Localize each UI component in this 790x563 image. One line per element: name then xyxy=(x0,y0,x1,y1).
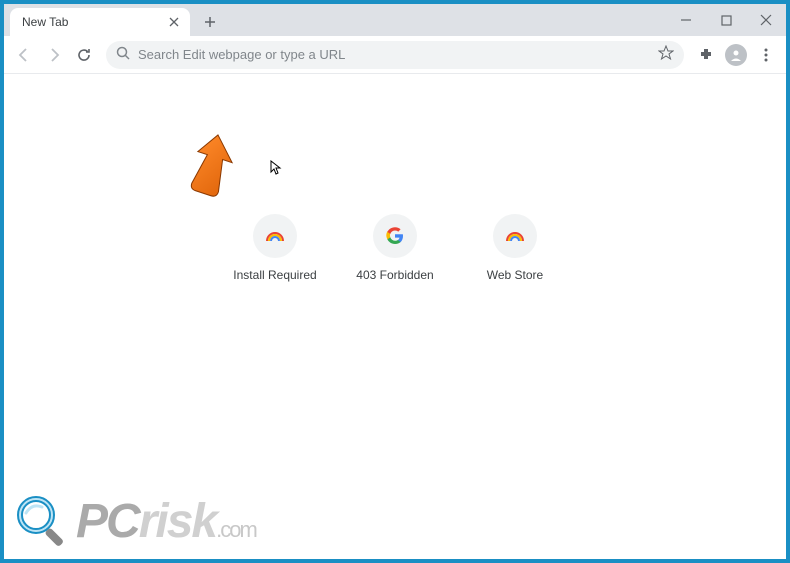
back-button[interactable] xyxy=(10,41,38,69)
shortcut-label: Web Store xyxy=(487,268,543,282)
shortcut-tile[interactable]: 403 Forbidden xyxy=(350,214,440,282)
window-controls xyxy=(666,4,786,36)
bookmark-star-icon[interactable] xyxy=(658,45,674,64)
shortcut-tile[interactable]: Web Store xyxy=(470,214,560,282)
url-input[interactable] xyxy=(138,47,646,62)
watermark-text: PCrisk.com xyxy=(76,494,256,549)
forward-button[interactable] xyxy=(40,41,68,69)
maximize-button[interactable] xyxy=(706,6,746,34)
new-tab-page: Install Required 403 Forbidden xyxy=(4,74,786,559)
arrow-annotation-icon xyxy=(180,132,240,205)
rainbow-icon xyxy=(253,214,297,258)
address-bar[interactable] xyxy=(106,41,684,69)
tab-title: New Tab xyxy=(22,15,68,29)
profile-button[interactable] xyxy=(722,41,750,69)
browser-tab[interactable]: New Tab xyxy=(10,8,190,36)
shortcut-label: 403 Forbidden xyxy=(356,268,433,282)
shortcut-tile[interactable]: Install Required xyxy=(230,214,320,282)
mouse-cursor-icon xyxy=(270,160,282,179)
minimize-button[interactable] xyxy=(666,6,706,34)
shortcut-label: Install Required xyxy=(233,268,316,282)
magnifying-glass-icon xyxy=(14,493,70,549)
watermark: PCrisk.com xyxy=(14,493,256,549)
tab-strip: New Tab xyxy=(4,4,786,36)
reload-button[interactable] xyxy=(70,41,98,69)
close-tab-icon[interactable] xyxy=(166,14,182,30)
shortcuts-row: Install Required 403 Forbidden xyxy=(230,214,560,282)
extensions-button[interactable] xyxy=(692,41,720,69)
rainbow-icon xyxy=(493,214,537,258)
new-tab-button[interactable] xyxy=(196,8,224,36)
close-window-button[interactable] xyxy=(746,6,786,34)
google-icon xyxy=(373,214,417,258)
menu-button[interactable] xyxy=(752,41,780,69)
browser-toolbar xyxy=(4,36,786,74)
search-icon xyxy=(116,46,130,63)
